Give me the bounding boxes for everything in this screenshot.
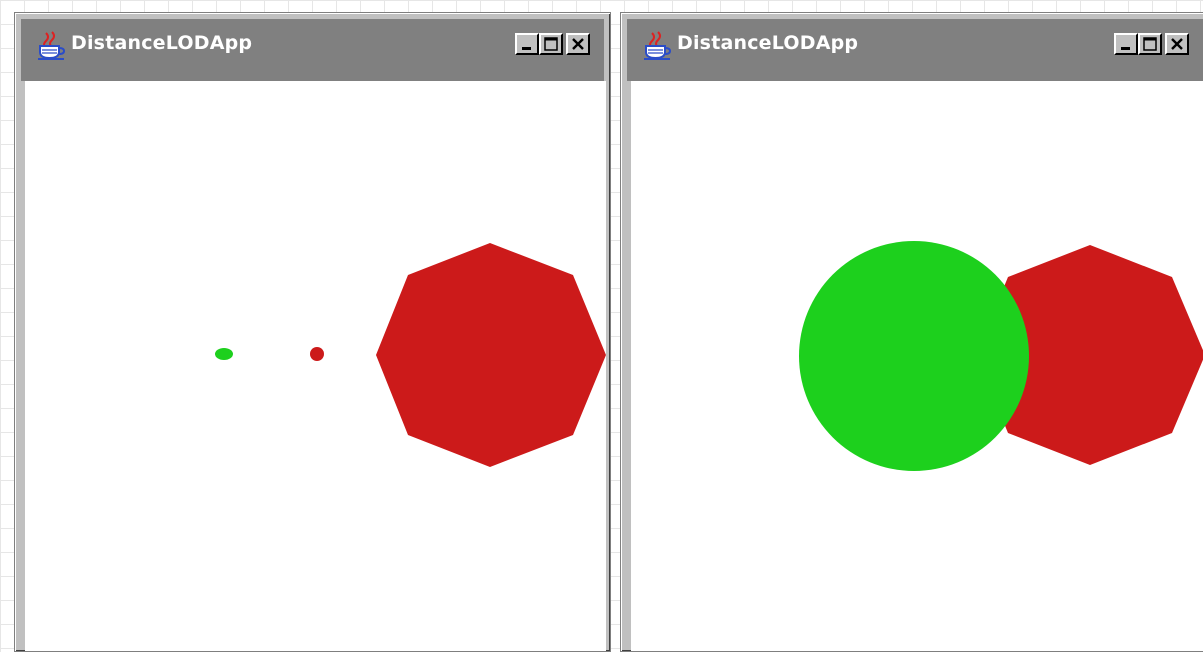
window-title: DistanceLODApp <box>677 32 859 54</box>
red-sphere-far <box>310 347 324 361</box>
title-bar[interactable]: DistanceLODApp <box>21 19 604 81</box>
minimize-icon <box>522 47 531 50</box>
maximize-icon <box>544 37 558 51</box>
minimize-button[interactable] <box>1114 33 1138 55</box>
minimize-icon <box>1121 47 1130 50</box>
close-icon <box>1171 38 1183 50</box>
close-button[interactable] <box>566 33 590 55</box>
canvas-3d-left[interactable] <box>25 81 606 651</box>
green-sphere-near <box>799 241 1029 471</box>
red-octagon <box>376 243 606 467</box>
close-button[interactable] <box>1165 33 1189 55</box>
app-window-right[interactable]: DistanceLODApp <box>620 12 1203 652</box>
window-title: DistanceLODApp <box>71 32 253 54</box>
caption-buttons <box>1114 33 1189 55</box>
app-window-left[interactable]: DistanceLODApp <box>14 12 611 652</box>
green-sphere-far <box>215 348 233 360</box>
java-coffee-cup-icon[interactable] <box>643 31 671 61</box>
java-coffee-cup-icon[interactable] <box>37 31 65 61</box>
caption-buttons <box>515 33 590 55</box>
maximize-button[interactable] <box>1138 33 1162 55</box>
scene-right <box>799 241 1203 471</box>
minimize-button[interactable] <box>515 33 539 55</box>
canvas-3d-right[interactable] <box>631 81 1203 651</box>
maximize-button[interactable] <box>539 33 563 55</box>
maximize-icon <box>1143 37 1157 51</box>
scene-left <box>215 243 606 467</box>
title-bar[interactable]: DistanceLODApp <box>627 19 1203 81</box>
close-icon <box>572 38 584 50</box>
